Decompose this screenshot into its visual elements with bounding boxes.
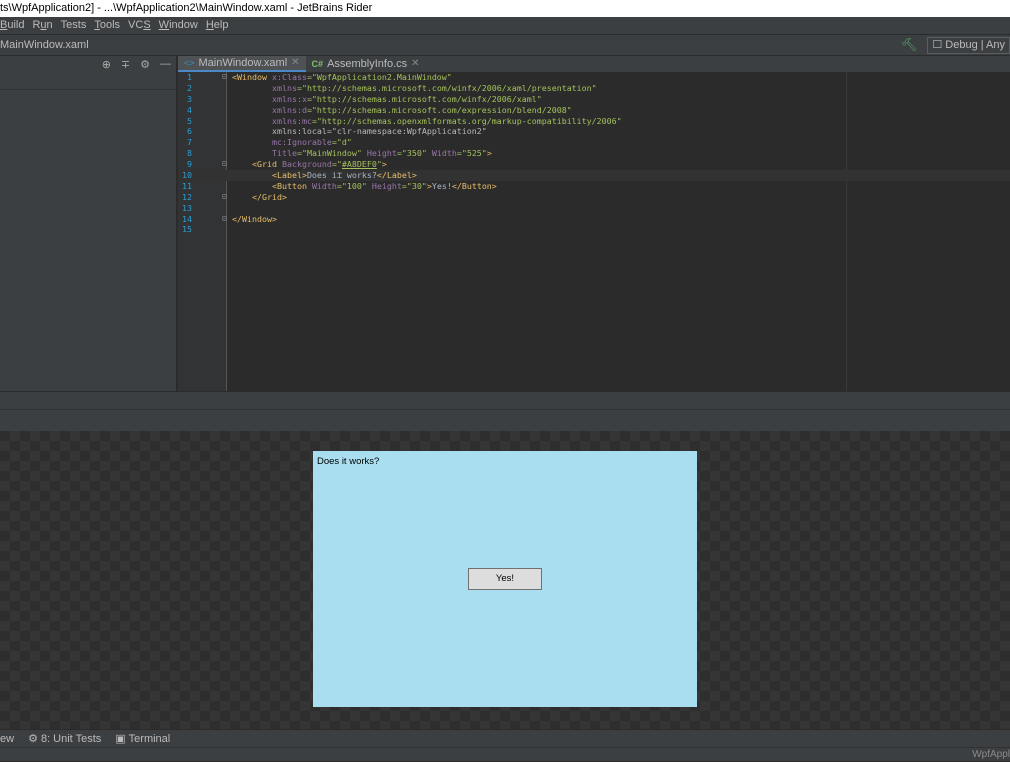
menu-build[interactable]: Build	[0, 17, 24, 34]
code-line[interactable]: 4 xmlns:d="http://schemas.microsoft.com/…	[178, 105, 1010, 116]
close-icon[interactable]: ✕	[411, 56, 419, 72]
target-icon[interactable]: ⊕	[102, 58, 111, 71]
xaml-file-icon: <>	[184, 58, 195, 68]
unit-tests-icon: ⚙	[28, 733, 38, 745]
tab-label: 8: Unit Tests	[40, 732, 102, 745]
build-configuration-label: Debug | Any	[945, 38, 1005, 51]
code-line[interactable]: 9 ⊟ <Grid Background="#A8DEF0">	[178, 159, 1010, 170]
tab-label: AssemblyInfo.cs	[327, 58, 408, 70]
line-number: 10	[182, 170, 192, 181]
code-text[interactable]: Title="MainWindow" Height="350" Width="5…	[232, 148, 492, 159]
minimize-icon[interactable]: —	[160, 58, 171, 70]
code-line[interactable]: 12 ⊟ </Grid>	[178, 192, 1010, 203]
code-line[interactable]: 13	[178, 203, 1010, 214]
code-editor[interactable]: 1 ⊟ <Window x:Class="WpfApplication2.MainW…	[178, 72, 1010, 391]
code-text[interactable]: <Window x:Class="WpfApplication2.MainWin…	[232, 72, 452, 83]
line-number: 8	[187, 148, 192, 159]
csharp-file-icon: C#	[311, 59, 324, 69]
designer-toolbar	[0, 391, 1010, 409]
breadcrumb-file[interactable]: MainWindow.xaml	[0, 35, 89, 55]
menu-help[interactable]: Help	[206, 17, 229, 34]
editor-tabs: <> MainWindow.xaml ✕ C# AssemblyInfo.cs …	[178, 56, 1010, 72]
tab-terminal[interactable]: ▣ Terminal	[115, 732, 171, 746]
fold-icon[interactable]: ⊟	[222, 72, 227, 83]
tab-label: Terminal	[128, 732, 171, 745]
menu-run[interactable]: Run	[32, 17, 52, 34]
menu-bar: Build Run Tests Tools VCS Window Help	[0, 17, 1010, 34]
terminal-icon: ▣	[115, 733, 126, 745]
code-text[interactable]: <Button Width="100" Height="30">Yes!</Bu…	[232, 181, 497, 192]
line-number: 14	[182, 213, 192, 224]
gear-icon[interactable]: ⚙	[140, 58, 150, 71]
solution-explorer-panel: ⊕ ∓ ⚙ —	[0, 56, 177, 391]
code-line[interactable]: 1 ⊟ <Window x:Class="WpfApplication2.MainW…	[178, 72, 1010, 83]
code-text[interactable]: xmlns:d="http://schemas.microsoft.com/ex…	[232, 105, 572, 116]
build-configuration-selector[interactable]: ☐ Debug | Any	[927, 36, 1010, 54]
code-text[interactable]: xmlns:local="clr-namespace:WpfApplicatio…	[232, 126, 487, 137]
line-number: 9	[187, 159, 192, 170]
tab-mainwindow-xaml[interactable]: <> MainWindow.xaml ✕	[178, 56, 306, 72]
tab-assemblyinfo-cs[interactable]: C# AssemblyInfo.cs ✕	[306, 56, 426, 72]
line-number: 15	[182, 224, 192, 235]
window-title: ts\WpfApplication2] - ...\WpfApplication…	[0, 2, 373, 14]
line-number: 5	[187, 115, 192, 126]
menu-tests[interactable]: Tests	[61, 17, 87, 34]
config-icon: ☐	[932, 38, 943, 51]
status-bar: WpfAppl	[0, 747, 1010, 761]
tab-preview[interactable]: ew	[0, 733, 14, 745]
code-text[interactable]: <Label>Does i⌶ works?</Label>	[232, 170, 417, 181]
hammer-icon[interactable]: 🔨︎	[901, 35, 918, 55]
wpf-label[interactable]: Does it works?	[317, 456, 379, 467]
line-number: 1	[187, 72, 192, 82]
code-line[interactable]: 7 mc:Ignorable="d"	[178, 137, 1010, 148]
navigation-bar: MainWindow.xaml 🔨︎ ☐ Debug | Any	[0, 34, 1010, 56]
wpf-button[interactable]: Yes!	[468, 568, 542, 590]
code-text[interactable]: mc:Ignorable="d"	[232, 137, 352, 148]
line-number: 4	[187, 104, 192, 115]
code-lines[interactable]: 1 ⊟ <Window x:Class="WpfApplication2.MainW…	[178, 72, 1010, 235]
code-text[interactable]: </Window>	[232, 214, 277, 225]
tool-window-bar: ew ⚙ 8: Unit Tests ▣ Terminal	[0, 729, 1010, 747]
line-number: 13	[182, 202, 192, 213]
fold-icon[interactable]: ⊟	[222, 159, 227, 170]
designer-header	[0, 409, 1010, 431]
code-line[interactable]: 14 ⊟ </Window>	[178, 214, 1010, 225]
xaml-designer-canvas[interactable]: Does it works? Yes!	[0, 431, 1010, 729]
run-toolbar: 🔨︎ ☐ Debug | Any	[901, 35, 1010, 55]
tab-unit-tests[interactable]: ⚙ 8: Unit Tests	[28, 732, 102, 746]
line-number: 11	[182, 180, 192, 191]
code-line[interactable]: 3 xmlns:x="http://schemas.microsoft.com/…	[178, 94, 1010, 105]
fold-icon[interactable]: ⊟	[222, 192, 227, 203]
wpf-window-preview[interactable]: Does it works? Yes!	[313, 451, 697, 707]
panel-divider	[0, 89, 177, 90]
menu-tools[interactable]: Tools	[94, 17, 120, 34]
code-line[interactable]: 5 xmlns:mc="http://schemas.openxmlformat…	[178, 116, 1010, 127]
code-text[interactable]: <Grid Background="#A8DEF0">	[232, 159, 387, 170]
line-number: 12	[182, 191, 192, 202]
status-project-name[interactable]: WpfAppl	[972, 748, 1010, 762]
code-line[interactable]: 6 xmlns:local="clr-namespace:WpfApplicat…	[178, 126, 1010, 137]
line-number: 6	[187, 126, 192, 137]
menu-window[interactable]: Window	[159, 17, 198, 34]
code-text[interactable]: xmlns="http://schemas.microsoft.com/winf…	[232, 83, 597, 94]
line-number: 3	[187, 93, 192, 104]
code-text[interactable]: xmlns:mc="http://schemas.openxmlformats.…	[232, 116, 622, 127]
code-line[interactable]: 11 <Button Width="100" Height="30">Yes!<…	[178, 181, 1010, 192]
line-number: 7	[187, 137, 192, 148]
panel-toolbar: ⊕ ∓ ⚙ —	[0, 56, 177, 72]
close-icon[interactable]: ✕	[291, 55, 299, 71]
code-text[interactable]: xmlns:x="http://schemas.microsoft.com/wi…	[232, 94, 542, 105]
code-line[interactable]: 10 <Label>Does i⌶ works?</Label>	[178, 170, 1010, 181]
fold-icon[interactable]: ⊟	[222, 214, 227, 225]
code-line[interactable]: 15	[178, 224, 1010, 235]
line-number: 2	[187, 82, 192, 93]
tab-label: MainWindow.xaml	[198, 57, 288, 69]
collapse-icon[interactable]: ∓	[121, 58, 130, 71]
window-title-bar: ts\WpfApplication2] - ...\WpfApplication…	[0, 0, 1010, 17]
code-line[interactable]: 2 xmlns="http://schemas.microsoft.com/wi…	[178, 83, 1010, 94]
code-line[interactable]: 8 Title="MainWindow" Height="350" Width=…	[178, 148, 1010, 159]
menu-vcs[interactable]: VCS	[128, 17, 151, 34]
code-text[interactable]: </Grid>	[232, 192, 287, 203]
tab-label: ew	[0, 732, 15, 745]
